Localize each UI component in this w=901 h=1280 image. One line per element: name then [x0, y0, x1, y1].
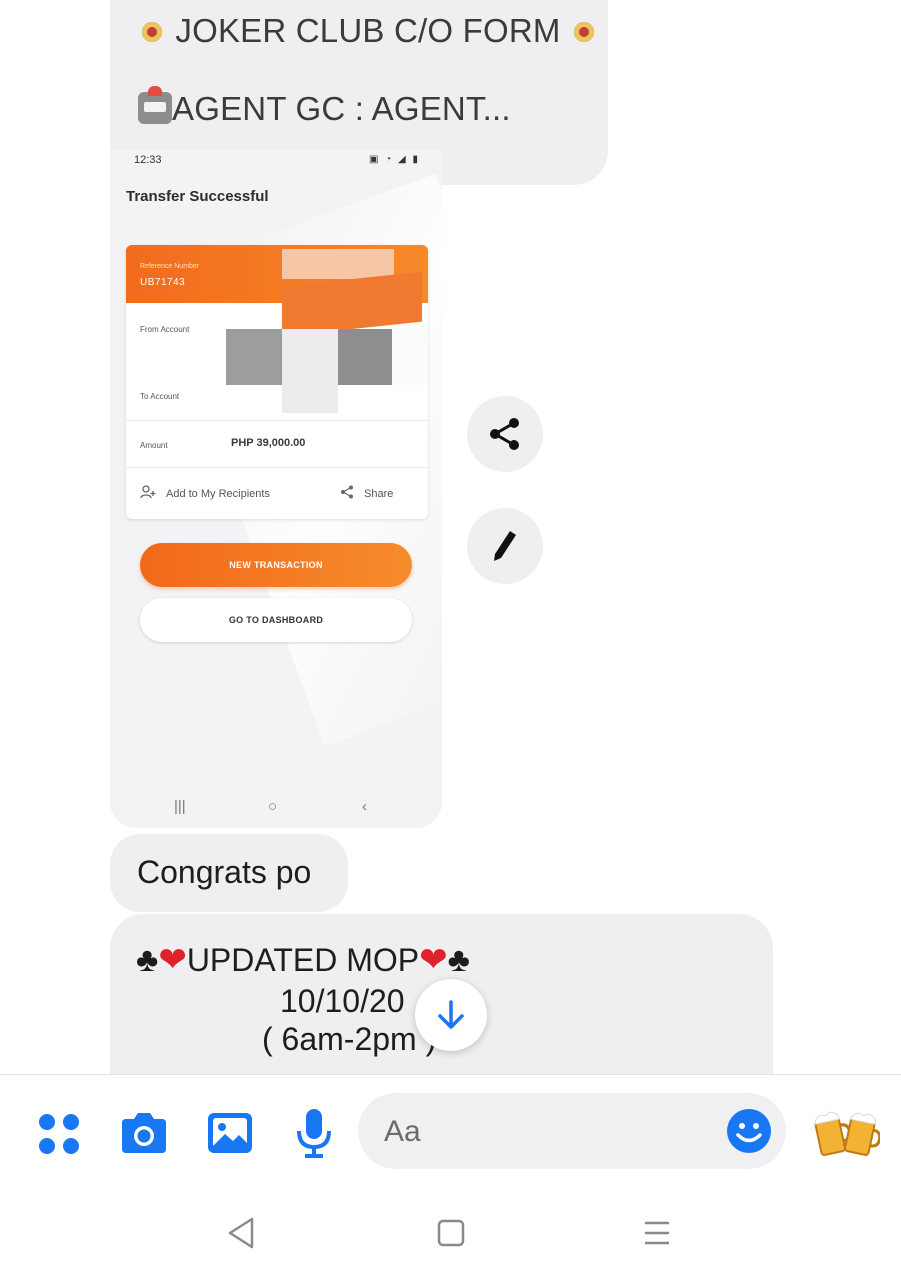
redaction-block — [226, 329, 282, 385]
image-to-account-label: To Account — [140, 392, 180, 401]
mop-date: 10/10/20 — [280, 983, 405, 1019]
message-composer: Aa — [0, 1074, 901, 1190]
image-add-recipients: Add to My Recipients — [140, 485, 270, 500]
home-icon: ○ — [268, 798, 278, 815]
message-input-placeholder: Aa — [384, 1115, 421, 1148]
arrow-down-icon — [438, 1000, 464, 1029]
mop-hours: ( 6am-2pm ) — [262, 1021, 437, 1057]
redaction-block — [392, 329, 428, 385]
person-add-icon — [140, 485, 156, 499]
camera-icon — [122, 1113, 166, 1153]
image-amount-value: PHP 39,000.00 — [231, 437, 306, 449]
shared-image[interactable]: 12:33 ▣ ◔ ◢ ▮ Transfer Successful Refere… — [110, 150, 442, 828]
redaction-block — [338, 329, 394, 385]
more-actions-button[interactable] — [36, 1111, 82, 1157]
image-status-time: 12:33 — [134, 154, 162, 166]
recents-lines-icon[interactable] — [642, 1220, 672, 1246]
image-transfer-title: Transfer Successful — [126, 188, 269, 205]
microphone-icon — [297, 1109, 331, 1158]
share-button[interactable] — [467, 396, 543, 472]
club-suit-icon: ♣ — [136, 941, 159, 979]
club-suit-icon: ♣ — [447, 941, 470, 979]
share-icon — [341, 485, 353, 499]
back-triangle-icon[interactable] — [226, 1216, 256, 1250]
message-line-agent: AGENT GC : AGENT... — [138, 86, 511, 128]
scroll-to-bottom-button[interactable] — [415, 979, 487, 1051]
four-dots-icon — [39, 1114, 79, 1154]
image-icon — [208, 1113, 252, 1153]
quick-reaction-button[interactable] — [812, 1105, 880, 1161]
image-amount-label: Amount — [140, 441, 168, 450]
recents-icon: ||| — [174, 798, 186, 815]
image-share-label: Share — [364, 488, 394, 500]
message-text-title: JOKER CLUB C/O FORM — [175, 12, 561, 49]
pencil-icon — [494, 531, 516, 561]
share-icon — [490, 418, 519, 450]
image-add-recipients-label: Add to My Recipients — [166, 488, 270, 500]
message-input[interactable]: Aa — [358, 1093, 786, 1169]
image-reference-value: UB71743 — [140, 277, 186, 288]
mop-title: UPDATED MOP — [186, 942, 420, 978]
image-nav-bar: ||| ○ ‹ — [110, 790, 442, 828]
image-dashboard-button: GO TO DASHBOARD — [140, 598, 412, 642]
divider — [126, 467, 428, 468]
back-icon: ‹ — [362, 798, 367, 815]
beer-mugs-icon — [814, 1111, 880, 1156]
image-new-transaction-button: NEW TRANSACTION — [140, 543, 412, 587]
image-reference-label: Reference Number — [140, 263, 200, 270]
redaction-block — [282, 249, 394, 279]
joker-emoji-icon — [138, 18, 166, 46]
edit-button[interactable] — [467, 508, 543, 584]
gallery-button[interactable] — [205, 1109, 255, 1157]
divider — [126, 420, 428, 421]
image-transfer-card: Reference Number UB71743 From Account To… — [126, 245, 428, 519]
message-text-agent: AGENT GC : AGENT... — [172, 90, 511, 127]
image-share: Share — [340, 485, 393, 500]
image-status-icons: ▣ ◔ ◢ ▮ — [368, 154, 420, 165]
home-square-icon[interactable] — [437, 1219, 465, 1247]
image-from-account-label: From Account — [140, 325, 190, 334]
emoji-button[interactable] — [726, 1108, 772, 1154]
voice-button[interactable] — [294, 1107, 334, 1159]
mop-title-line: ♣❤UPDATED MOP❤♣ — [136, 940, 470, 980]
smiley-icon — [727, 1109, 771, 1153]
heart-icon: ❤ — [419, 941, 448, 979]
heart-icon: ❤ — [158, 941, 187, 979]
slot-machine-emoji-icon — [138, 86, 172, 124]
system-navigation-bar — [0, 1190, 901, 1280]
camera-button[interactable] — [118, 1109, 170, 1157]
message-text-congrats: Congrats po — [137, 854, 312, 890]
joker-emoji-icon — [570, 18, 598, 46]
message-line-title: JOKER CLUB C/O FORM — [138, 12, 598, 50]
redaction-block — [282, 329, 338, 413]
